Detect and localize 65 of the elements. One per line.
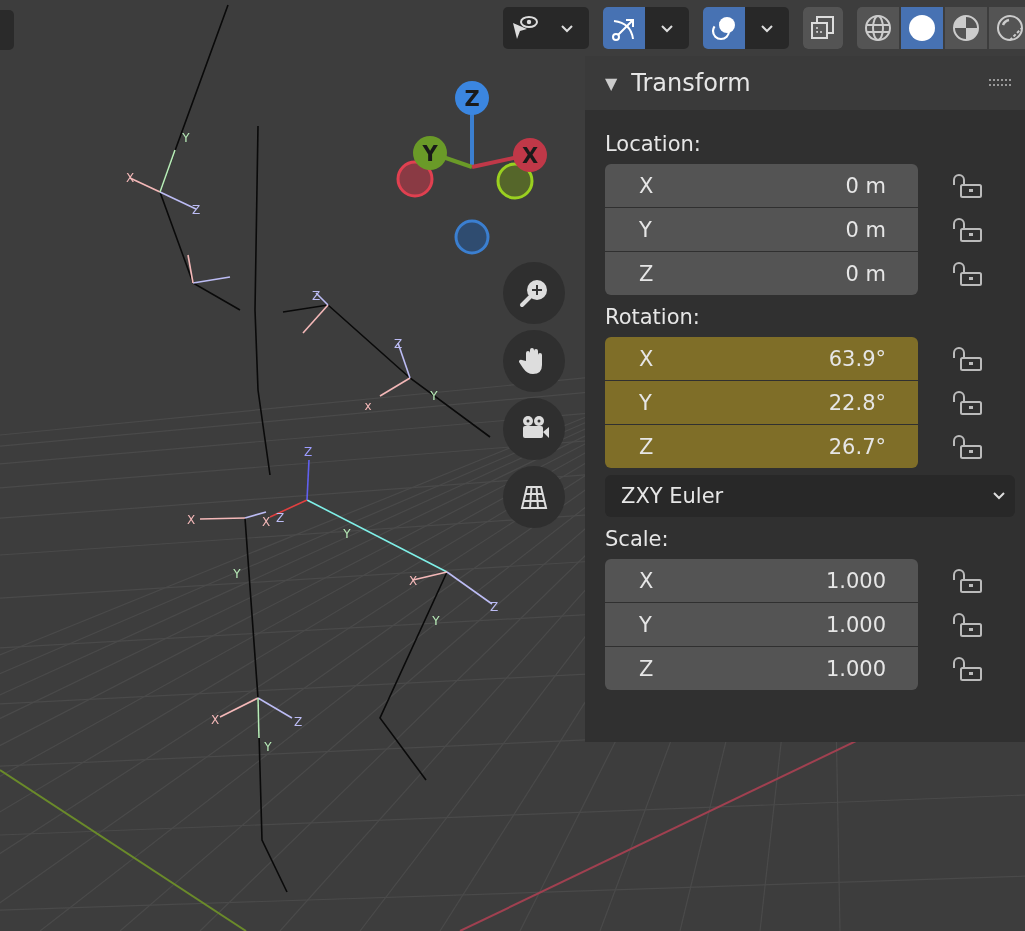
rotation-mode-dropdown[interactable]: ZXY Euler	[605, 475, 1015, 517]
axis-label: Z	[311, 289, 321, 303]
section-label: Rotation:	[605, 304, 701, 331]
axis-label: Y	[432, 614, 440, 628]
open-padlock-icon	[951, 260, 985, 287]
number-field[interactable]: X 0 m	[605, 164, 918, 207]
axis-handle[interactable]: Y	[413, 136, 447, 170]
axis-label: X	[186, 513, 196, 527]
open-padlock-icon	[951, 567, 985, 594]
number-field[interactable]: Y 1.000	[605, 603, 918, 646]
axis-label: x	[364, 399, 372, 413]
selectability-toggle[interactable]	[503, 7, 545, 49]
open-padlock-icon	[951, 172, 985, 199]
number-field[interactable]: Y 0 m	[605, 208, 918, 251]
axis-handle[interactable]: X	[513, 138, 547, 172]
negative-x-axis-handle[interactable]	[396, 160, 434, 198]
open-padlock-icon	[951, 389, 985, 416]
axis-label: Z	[393, 337, 403, 351]
ortho-view-button[interactable]	[503, 466, 565, 528]
glossy-sphere-icon	[995, 13, 1025, 43]
solid-shading-button[interactable]	[901, 7, 943, 49]
xray-toggle[interactable]	[803, 7, 843, 49]
number-field[interactable]: Z 26.7°	[605, 425, 918, 468]
open-padlock-icon	[951, 611, 985, 638]
negative-z-axis-handle[interactable]	[454, 219, 490, 255]
number-field[interactable]: Z 0 m	[605, 252, 918, 295]
section-label: Scale:	[605, 526, 670, 553]
material-shading-button[interactable]	[945, 7, 987, 49]
shaded-sphere-icon	[951, 13, 981, 43]
axis-label: Z	[303, 445, 313, 459]
open-padlock-icon	[951, 345, 985, 372]
axis-label: Y	[430, 389, 438, 403]
number-field[interactable]: X 1.000	[605, 559, 918, 602]
collapse-toggle[interactable]: ▼	[605, 73, 618, 93]
axis-label: Z	[489, 600, 499, 614]
panel-title: Transform	[631, 69, 752, 97]
wireframe-shading-button[interactable]	[857, 7, 899, 49]
overlays-toggle[interactable]	[703, 7, 745, 49]
number-field[interactable]: Z 1.000	[605, 647, 918, 690]
rendered-shading-button[interactable]	[989, 7, 1025, 49]
wire-globe-icon	[863, 13, 893, 43]
solid-sphere-icon	[907, 13, 937, 43]
axis-label: Y	[182, 131, 190, 145]
axis-label: X	[408, 574, 418, 588]
axis-label: Z	[191, 203, 201, 217]
axis-label: X	[261, 515, 271, 529]
number-field[interactable]: X 63.9°	[605, 337, 918, 380]
drag-handle-icon[interactable]	[989, 78, 1013, 88]
axis-label: Z	[275, 511, 285, 525]
axis-label: Y	[264, 740, 272, 754]
axis-handle[interactable]: Z	[455, 81, 489, 115]
open-padlock-icon	[951, 433, 985, 460]
axis-label: Y	[343, 527, 351, 541]
axis-label: Z	[293, 715, 303, 729]
open-padlock-icon	[951, 655, 985, 682]
gizmos-toggle[interactable]	[603, 7, 645, 49]
number-field[interactable]: Y 22.8°	[605, 381, 918, 424]
camera-view-button[interactable]	[503, 398, 565, 460]
section-label: Location:	[605, 131, 702, 158]
negative-y-axis-handle[interactable]	[496, 162, 534, 200]
axis-label: Y	[233, 567, 241, 581]
open-padlock-icon	[951, 216, 985, 243]
axis-label: X	[210, 713, 220, 727]
magnifier-plus-icon	[518, 277, 550, 309]
caret-icon	[991, 490, 1007, 502]
